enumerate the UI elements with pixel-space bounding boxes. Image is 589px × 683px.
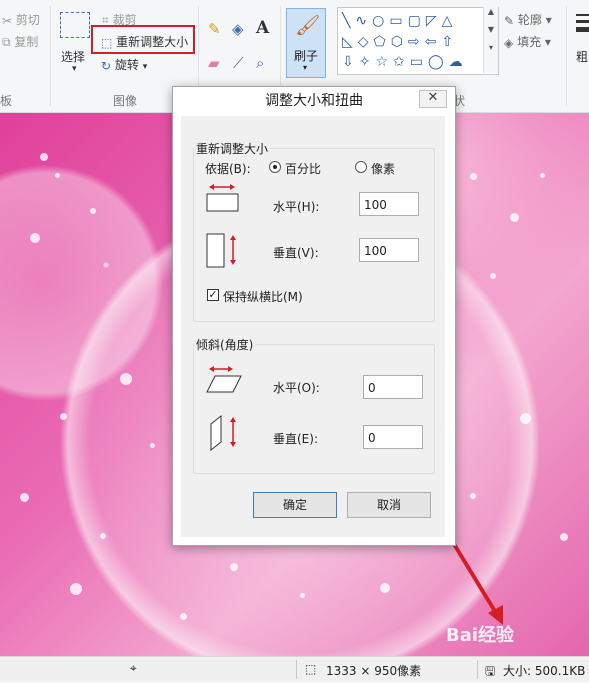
resize-legend: 重新调整大小 <box>196 142 269 156</box>
status-divider <box>477 660 478 679</box>
fill-bucket-icon[interactable]: ◈ <box>232 20 244 38</box>
resize-button[interactable]: ⬚ 重新调整大小 <box>101 33 188 50</box>
status-divider <box>296 660 297 679</box>
copy-label: 复制 <box>14 35 39 49</box>
group-divider <box>50 6 51 106</box>
shapes-row-3[interactable]: ⇩✧☆✩▭◯☁ <box>342 53 468 71</box>
dialog-title: 调整大小和扭曲 <box>173 87 455 116</box>
text-tool-icon[interactable]: A <box>256 18 269 38</box>
skew-vertical-label: 垂直(E): <box>273 432 318 446</box>
clipboard-group-label: 板 <box>0 94 13 108</box>
outline-label: 轮廓 <box>517 13 542 27</box>
brush-label: 刷子 <box>294 49 319 63</box>
size-icon[interactable] <box>576 14 589 44</box>
pencil-icon[interactable]: ✎ <box>208 20 221 38</box>
color-picker-icon[interactable]: ⟋ <box>233 54 244 72</box>
resize-icon: ⬚ <box>101 35 113 50</box>
copy-button[interactable]: ⧉ 复制 <box>2 33 38 50</box>
brush-button[interactable]: 🖌 刷子 ▾ <box>286 8 326 78</box>
group-divider <box>566 6 567 106</box>
scissors-icon: ✂ <box>2 13 13 28</box>
fill-icon: ◈ <box>504 35 514 50</box>
brush-icon: 🖌 <box>295 13 321 37</box>
percent-radio[interactable] <box>269 161 281 173</box>
resize-label: 重新调整大小 <box>116 35 189 49</box>
fill-button[interactable]: ◈ 填充 ▾ <box>504 33 551 50</box>
keep-ratio-label[interactable]: 保持纵横比(M) <box>223 288 303 305</box>
canvas-size-icon: ⬚ <box>305 662 317 676</box>
horizontal-resize-icon <box>206 184 239 212</box>
ok-button[interactable]: 确定 <box>253 492 337 518</box>
resize-vertical-input[interactable]: 100 <box>359 238 419 262</box>
select-dropdown-icon[interactable]: ▾ <box>72 64 77 74</box>
close-button[interactable]: ✕ <box>419 90 447 108</box>
size-label[interactable]: 粗 <box>576 48 588 65</box>
skew-horizontal-input[interactable]: 0 <box>363 375 423 399</box>
magnifier-icon[interactable]: ⌕ <box>256 54 264 72</box>
shapes-scrollbar[interactable]: ▲ ▼ ▾ <box>483 7 498 73</box>
outline-icon: ✎ <box>504 13 515 28</box>
resize-horizontal-label: 水平(H): <box>273 200 320 214</box>
pixels-radio[interactable] <box>355 161 367 173</box>
file-size-icon: 🖫 <box>485 664 496 678</box>
cut-label: 剪切 <box>15 13 40 27</box>
cancel-button[interactable]: 取消 <box>347 492 431 518</box>
status-bar: ⌖ ⬚ 1333 × 950像素 🖫 大小: 500.1KB <box>0 656 589 682</box>
percent-label[interactable]: 百分比 <box>285 160 321 177</box>
rotate-label: 旋转 <box>114 58 139 72</box>
watermark: Bai经验 <box>446 625 515 646</box>
resize-vertical-label: 垂直(V): <box>273 246 319 260</box>
cursor-position-icon: ⌖ <box>130 661 137 675</box>
rotate-dropdown-icon: ▾ <box>142 62 148 72</box>
cut-button[interactable]: ✂ 剪切 <box>2 11 40 28</box>
dialog-body: 重新调整大小 依据(B): 百分比 像素 水平(H): 100 垂直(V): 1… <box>181 116 445 537</box>
shapes-row-1[interactable]: ╲∿○▭▢◸△ <box>342 11 457 31</box>
vertical-skew-icon <box>210 414 236 452</box>
shapes-row-2[interactable]: ◺◇⬠⬡⇨⇦⇧ <box>342 32 458 52</box>
select-button[interactable]: 选择 <box>61 48 85 65</box>
rotate-icon: ↻ <box>101 58 112 73</box>
vertical-resize-icon <box>206 233 236 268</box>
shapes-gallery[interactable]: ╲∿○▭▢◸△ ◺◇⬠⬡⇨⇦⇧ ⇩✧☆✩▭◯☁ <box>337 7 499 75</box>
copy-icon: ⧉ <box>2 35 11 49</box>
select-tool-icon[interactable] <box>60 12 90 38</box>
resize-skew-dialog: 调整大小和扭曲 ✕ 重新调整大小 依据(B): 百分比 像素 水平(H): 10… <box>172 86 456 546</box>
by-label: 依据(B): <box>205 162 251 176</box>
skew-legend: 倾斜(角度) <box>196 338 254 352</box>
rotate-button[interactable]: ↻ 旋转 ▾ <box>101 56 147 73</box>
horizontal-skew-icon <box>206 366 242 393</box>
pixels-label[interactable]: 像素 <box>371 160 395 177</box>
canvas-dimensions: 1333 × 950像素 <box>326 664 422 678</box>
keep-ratio-checkbox[interactable]: ✓ <box>207 289 219 301</box>
outline-button[interactable]: ✎ 轮廓 ▾ <box>504 11 552 28</box>
image-group-label: 图像 <box>113 94 138 108</box>
skew-vertical-input[interactable]: 0 <box>363 425 423 449</box>
fill-label: 填充 <box>517 35 542 49</box>
resize-horizontal-input[interactable]: 100 <box>359 192 419 216</box>
skew-horizontal-label: 水平(O): <box>273 381 320 395</box>
eraser-icon[interactable]: ▰ <box>208 54 220 72</box>
file-size: 大小: 500.1KB <box>503 664 586 678</box>
brush-dropdown-icon: ▾ <box>303 63 308 72</box>
